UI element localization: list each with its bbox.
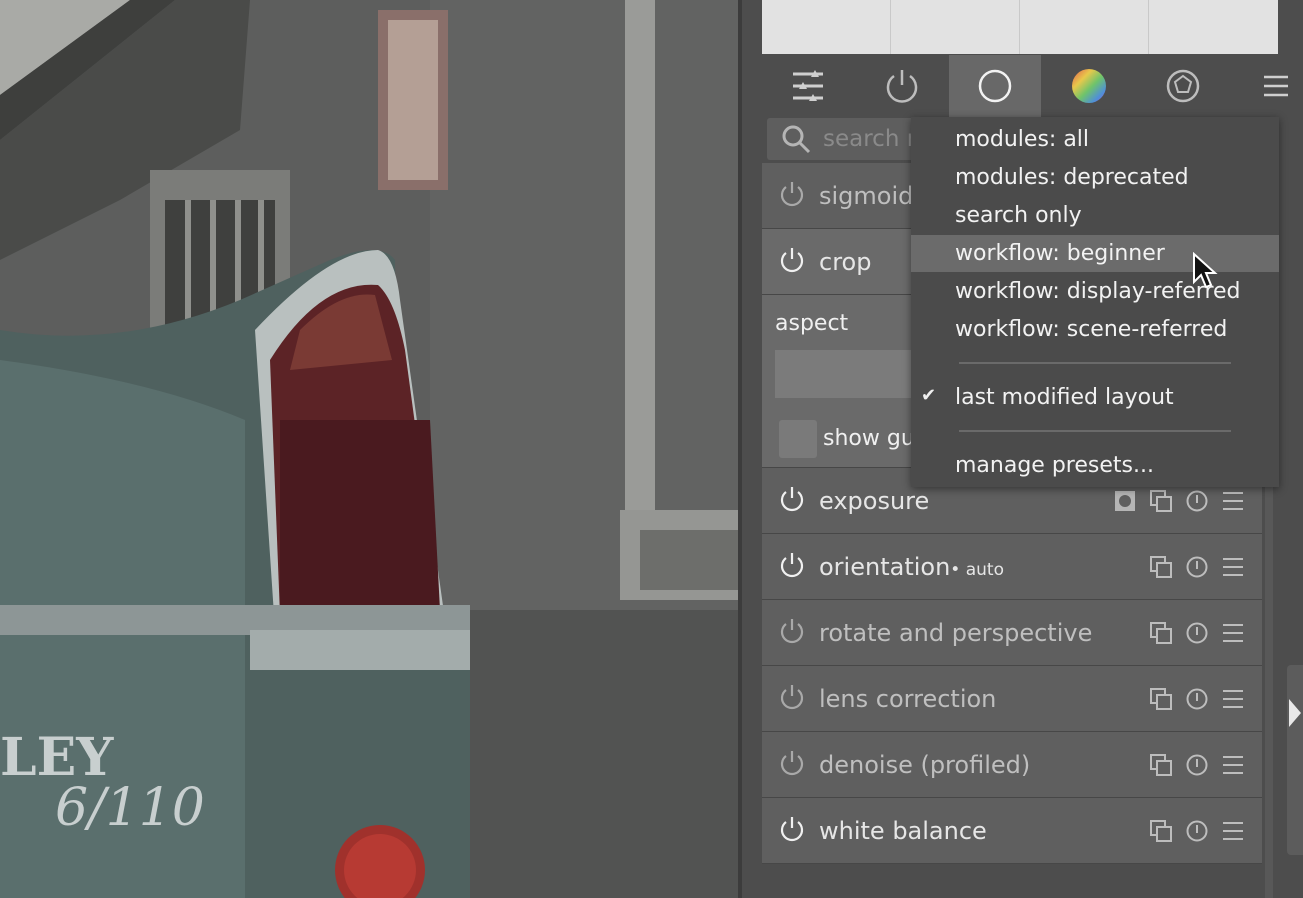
- tab-base[interactable]: [949, 55, 1041, 117]
- multi-instance-icon[interactable]: [1150, 753, 1172, 776]
- hamburger-icon: [1264, 75, 1288, 97]
- menu-item-workflow-beginner[interactable]: workflow: beginner: [911, 235, 1279, 272]
- tab-active-modules[interactable]: [856, 55, 948, 117]
- sliders-icon: [793, 70, 823, 101]
- car-photo: LEY 6/110: [0, 0, 738, 898]
- multi-instance-icon[interactable]: [1150, 819, 1172, 842]
- tab-effects[interactable]: [1137, 55, 1229, 117]
- power-icon[interactable]: [780, 181, 804, 211]
- mask-icon[interactable]: [1114, 490, 1136, 512]
- module-lens-correction[interactable]: lens correction: [762, 666, 1262, 732]
- module-orientation[interactable]: orientation• auto: [762, 534, 1262, 600]
- module-name: denoise (profiled): [819, 750, 1031, 779]
- module-name: exposure: [819, 486, 930, 515]
- power-icon[interactable]: [780, 618, 804, 648]
- histogram[interactable]: [762, 0, 1278, 54]
- menu-item-modules-all[interactable]: modules: all: [911, 121, 1279, 158]
- power-icon[interactable]: [780, 247, 804, 277]
- presets-menu-icon[interactable]: [1222, 688, 1244, 710]
- presets-menu-icon[interactable]: [1222, 622, 1244, 644]
- badge-model: 6/110: [55, 778, 205, 838]
- multi-instance-icon[interactable]: [1150, 687, 1172, 710]
- menu-separator: [959, 430, 1231, 432]
- module-name: orientation• auto: [819, 552, 1004, 581]
- menu-item-workflow-scene-referred[interactable]: workflow: scene-referred: [911, 311, 1279, 348]
- power-icon: [886, 70, 918, 103]
- circle-icon: [978, 69, 1012, 103]
- presets-dropdown-menu: modules: all modules: deprecated search …: [911, 117, 1279, 487]
- module-name: sigmoid: [819, 181, 914, 210]
- module-rotate-and-perspective[interactable]: rotate and perspective: [762, 600, 1262, 666]
- power-icon[interactable]: [780, 486, 804, 516]
- reset-icon[interactable]: [1186, 820, 1208, 842]
- multi-instance-icon[interactable]: [1150, 489, 1172, 512]
- menu-separator: [959, 362, 1231, 364]
- tab-presets-menu[interactable]: [1254, 55, 1298, 117]
- module-name: crop: [819, 247, 872, 276]
- menu-item-manage-presets[interactable]: manage presets...: [911, 447, 1279, 484]
- show-guides-label: show gu: [823, 426, 915, 451]
- tab-quick-access[interactable]: [762, 55, 854, 117]
- menu-item-search-only[interactable]: search only: [911, 197, 1279, 234]
- menu-item-last-modified-layout[interactable]: ✔ last modified layout: [911, 379, 1279, 416]
- show-guides-checkbox[interactable]: [779, 420, 817, 458]
- multi-instance-icon[interactable]: [1150, 621, 1172, 644]
- module-denoise-profiled[interactable]: denoise (profiled): [762, 732, 1262, 798]
- power-icon[interactable]: [780, 816, 804, 846]
- search-icon: [782, 125, 811, 154]
- reset-icon[interactable]: [1186, 490, 1208, 512]
- menu-item-workflow-display-referred[interactable]: workflow: display-referred: [911, 273, 1279, 310]
- aspect-label: aspect: [775, 311, 849, 336]
- presets-menu-icon[interactable]: [1222, 556, 1244, 578]
- image-preview[interactable]: LEY 6/110: [0, 0, 738, 898]
- presets-menu-icon[interactable]: [1222, 754, 1244, 776]
- panel-collapse-handle[interactable]: [1287, 665, 1303, 855]
- color-wheel-icon: [1072, 69, 1106, 103]
- presets-menu-icon[interactable]: [1222, 820, 1244, 842]
- presets-menu-icon[interactable]: [1222, 490, 1244, 512]
- multi-instance-icon[interactable]: [1150, 555, 1172, 578]
- module-name: white balance: [819, 816, 987, 845]
- reset-icon[interactable]: [1186, 622, 1208, 644]
- module-instance-label: • auto: [950, 559, 1004, 580]
- reset-icon[interactable]: [1186, 688, 1208, 710]
- power-icon[interactable]: [780, 552, 804, 582]
- power-icon[interactable]: [780, 684, 804, 714]
- checkmark-icon: ✔: [921, 385, 937, 406]
- module-name: lens correction: [819, 684, 997, 713]
- mouse-cursor-icon: [1193, 252, 1218, 289]
- module-scrollbar[interactable]: [1265, 470, 1273, 898]
- menu-item-modules-deprecated[interactable]: modules: deprecated: [911, 159, 1279, 196]
- tab-tone[interactable]: [1043, 55, 1135, 117]
- triangle-right-icon: [1289, 699, 1301, 727]
- power-icon[interactable]: [780, 750, 804, 780]
- module-name: rotate and perspective: [819, 618, 1093, 647]
- reset-icon[interactable]: [1186, 754, 1208, 776]
- reset-icon[interactable]: [1186, 556, 1208, 578]
- module-group-tabs: [762, 55, 1288, 117]
- aperture-icon: [1166, 69, 1200, 103]
- module-white-balance[interactable]: white balance: [762, 798, 1262, 864]
